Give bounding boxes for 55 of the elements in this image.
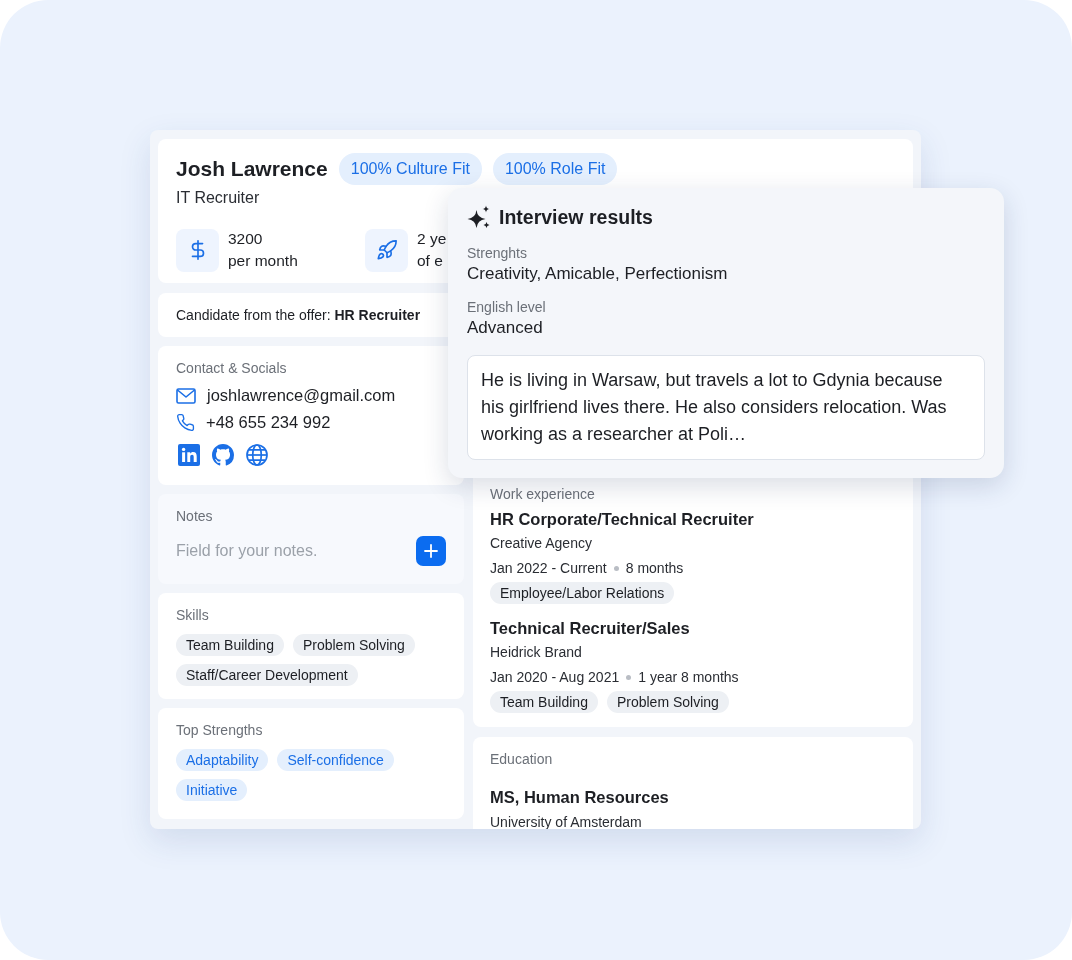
job-tag: Problem Solving (606, 691, 729, 713)
stat-value: 2 ye (417, 229, 447, 249)
rocket-icon (365, 228, 408, 272)
note-text: He is living in Warsaw, but travels a lot to Gdynia because his girlfriend lives there. He also considers relocation. Was working as a researcher at Poli… (481, 369, 948, 446)
field-value: Creativity, Amicable, Perfectionism (467, 263, 728, 285)
linkedin-icon[interactable] (178, 444, 200, 466)
offer-text: Candidate from the offer: HR Recruiter (176, 307, 421, 323)
strength-tag: Self-confidence (277, 749, 394, 771)
stat-value: 3200 (228, 229, 263, 249)
strength-tag: Adaptability (176, 749, 269, 771)
github-icon[interactable] (212, 444, 234, 466)
field-label: English level (467, 298, 546, 316)
job-period: Jan 2020 - Aug 2021 (490, 668, 620, 687)
field-label: Strenghts (467, 244, 527, 262)
job-tag: Team Building (490, 691, 598, 713)
company-name: Heidrick Brand (490, 643, 582, 662)
section-label: Education (490, 751, 553, 767)
skill-tag: Team Building (176, 634, 284, 656)
dot-icon (626, 674, 632, 680)
field-value: Advanced (467, 317, 543, 339)
stat-caption: per month (228, 251, 298, 271)
job-period: Jan 2022 - Current (490, 559, 607, 578)
section-label: Skills (176, 607, 209, 623)
degree-title: MS, Human Resources (490, 787, 669, 808)
strength-tag: Initiative (176, 779, 248, 801)
envelope-icon (176, 387, 196, 404)
dollar-icon (176, 228, 219, 272)
job-duration: 8 months (625, 559, 684, 578)
school-name: University of Amsterdam (490, 813, 642, 829)
popup-title: Interview results (499, 205, 653, 229)
candidate-name: Josh Lawrence (176, 156, 328, 182)
stat-caption: of e (417, 251, 443, 271)
skill-tag: Staff/Career Development (176, 664, 358, 686)
phone-number: +48 655 234 992 (206, 413, 331, 432)
plus-icon (424, 544, 438, 558)
company-name: Creative Agency (490, 534, 592, 553)
section-label: Top Strengths (176, 722, 263, 738)
notes-field[interactable]: Field for your notes. (176, 539, 376, 563)
fit-badge: 100% Culture Fit (338, 153, 482, 185)
globe-icon[interactable] (246, 444, 268, 466)
add-note-button[interactable] (416, 536, 446, 566)
job-title: HR Corporate/Technical Recruiter (490, 509, 754, 530)
email-address: joshlawrence@gmail.com (207, 386, 396, 405)
fit-badge: 100% Role Fit (492, 153, 618, 185)
phone-icon (176, 413, 195, 432)
candidate-role: IT Recruiter (176, 188, 260, 208)
sparkle-icon (467, 205, 491, 229)
job-title: Technical Recruiter/Sales (490, 618, 690, 639)
dot-icon (613, 565, 619, 571)
skill-tag: Problem Solving (292, 634, 415, 656)
section-label: Notes (176, 508, 213, 524)
job-tag: Employee/Labor Relations (490, 582, 675, 604)
section-label: Contact & Socials (176, 360, 287, 376)
job-duration: 1 year 8 months (638, 668, 739, 687)
section-label: Work experience (490, 485, 595, 503)
